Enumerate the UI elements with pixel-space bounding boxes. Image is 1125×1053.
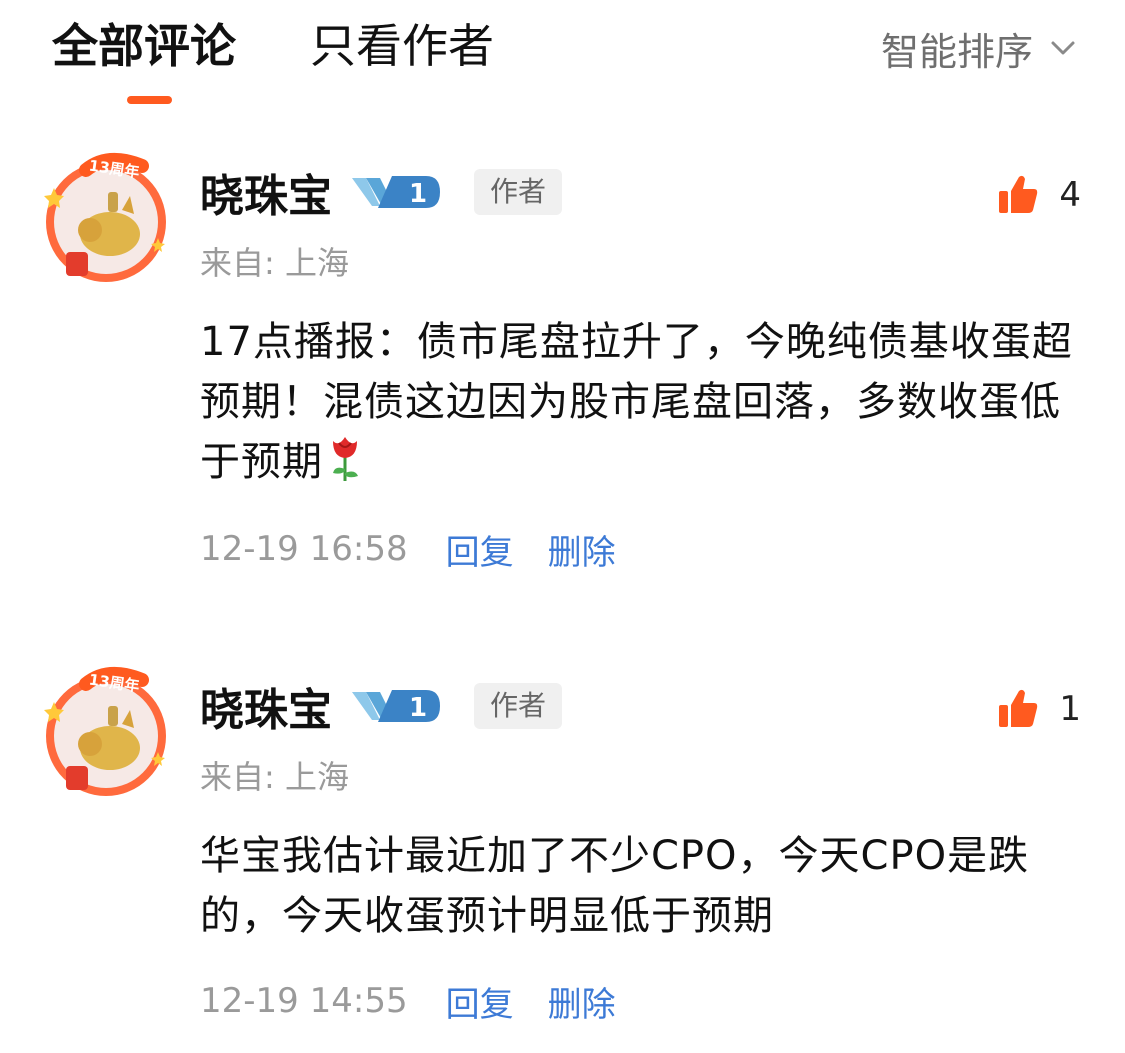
sort-label: 智能排序 bbox=[880, 29, 1033, 74]
chevron-down-icon bbox=[1051, 41, 1075, 55]
location-text: 来自: 上海 bbox=[200, 758, 349, 796]
username[interactable]: 晓珠宝 bbox=[200, 674, 332, 738]
like-button[interactable]: 1 bbox=[997, 684, 1081, 734]
timestamp: 12-19 14:55 bbox=[200, 981, 408, 1021]
delete-button[interactable]: 删除 bbox=[548, 977, 616, 1026]
comment-item: 13周年 晓珠宝 1 作者 来自: 上海 4 17点播报：债市尾盘拉升了，今晚纯… bbox=[0, 140, 1125, 580]
author-tag: 作者 bbox=[474, 169, 563, 215]
like-count: 1 bbox=[1059, 689, 1081, 729]
tab-author-only[interactable]: 只看作者 bbox=[310, 14, 494, 78]
comment-header: 晓珠宝 1 作者 bbox=[200, 160, 563, 224]
reply-button[interactable]: 回复 bbox=[446, 977, 514, 1026]
sort-dropdown[interactable]: 智能排序 bbox=[881, 18, 1079, 78]
author-tag: 作者 bbox=[474, 683, 563, 729]
username[interactable]: 晓珠宝 bbox=[200, 160, 332, 224]
rose-emoji-icon bbox=[333, 437, 358, 481]
comment-tab-bar: 全部评论 只看作者 智能排序 bbox=[0, 0, 1125, 110]
tab-all-comments[interactable]: 全部评论 bbox=[52, 14, 236, 78]
comment-body: 17点播报：债市尾盘拉升了，今晚纯债基收蛋超预期！混债这边因为股市尾盘回落，多数… bbox=[200, 312, 1090, 492]
vip-level-badge-icon: 1 bbox=[352, 690, 440, 723]
vip-level-number: 1 bbox=[409, 179, 427, 209]
thumbs-up-icon bbox=[999, 689, 1038, 727]
comment-meta: 12-19 14:55 回复 删除 bbox=[200, 976, 616, 1026]
timestamp: 12-19 16:58 bbox=[200, 529, 408, 569]
comment-text: 华宝我估计最近加了不少CPO，今天CPO是跌的，今天收蛋预计明显低于预期 bbox=[200, 833, 1030, 939]
delete-button[interactable]: 删除 bbox=[548, 525, 616, 574]
like-count: 4 bbox=[1059, 175, 1081, 215]
comment-body: 华宝我估计最近加了不少CPO，今天CPO是跌的，今天收蛋预计明显低于预期 bbox=[200, 826, 1090, 946]
avatar[interactable]: 13周年 bbox=[38, 662, 178, 802]
comment-header: 晓珠宝 1 作者 bbox=[200, 674, 563, 738]
thumbs-up-icon bbox=[999, 175, 1038, 213]
comment-item: 13周年 晓珠宝 1 作者 来自: 上海 1 华宝我估计最近加了不少CPO，今天… bbox=[0, 654, 1125, 1044]
like-button[interactable]: 4 bbox=[997, 170, 1081, 220]
vip-level-number: 1 bbox=[409, 693, 427, 723]
avatar[interactable]: 13周年 bbox=[38, 148, 178, 288]
comment-meta: 12-19 16:58 回复 删除 bbox=[200, 524, 616, 574]
active-tab-indicator bbox=[127, 96, 172, 104]
vip-level-badge-icon: 1 bbox=[352, 176, 440, 209]
reply-button[interactable]: 回复 bbox=[446, 525, 514, 574]
location-text: 来自: 上海 bbox=[200, 244, 349, 282]
